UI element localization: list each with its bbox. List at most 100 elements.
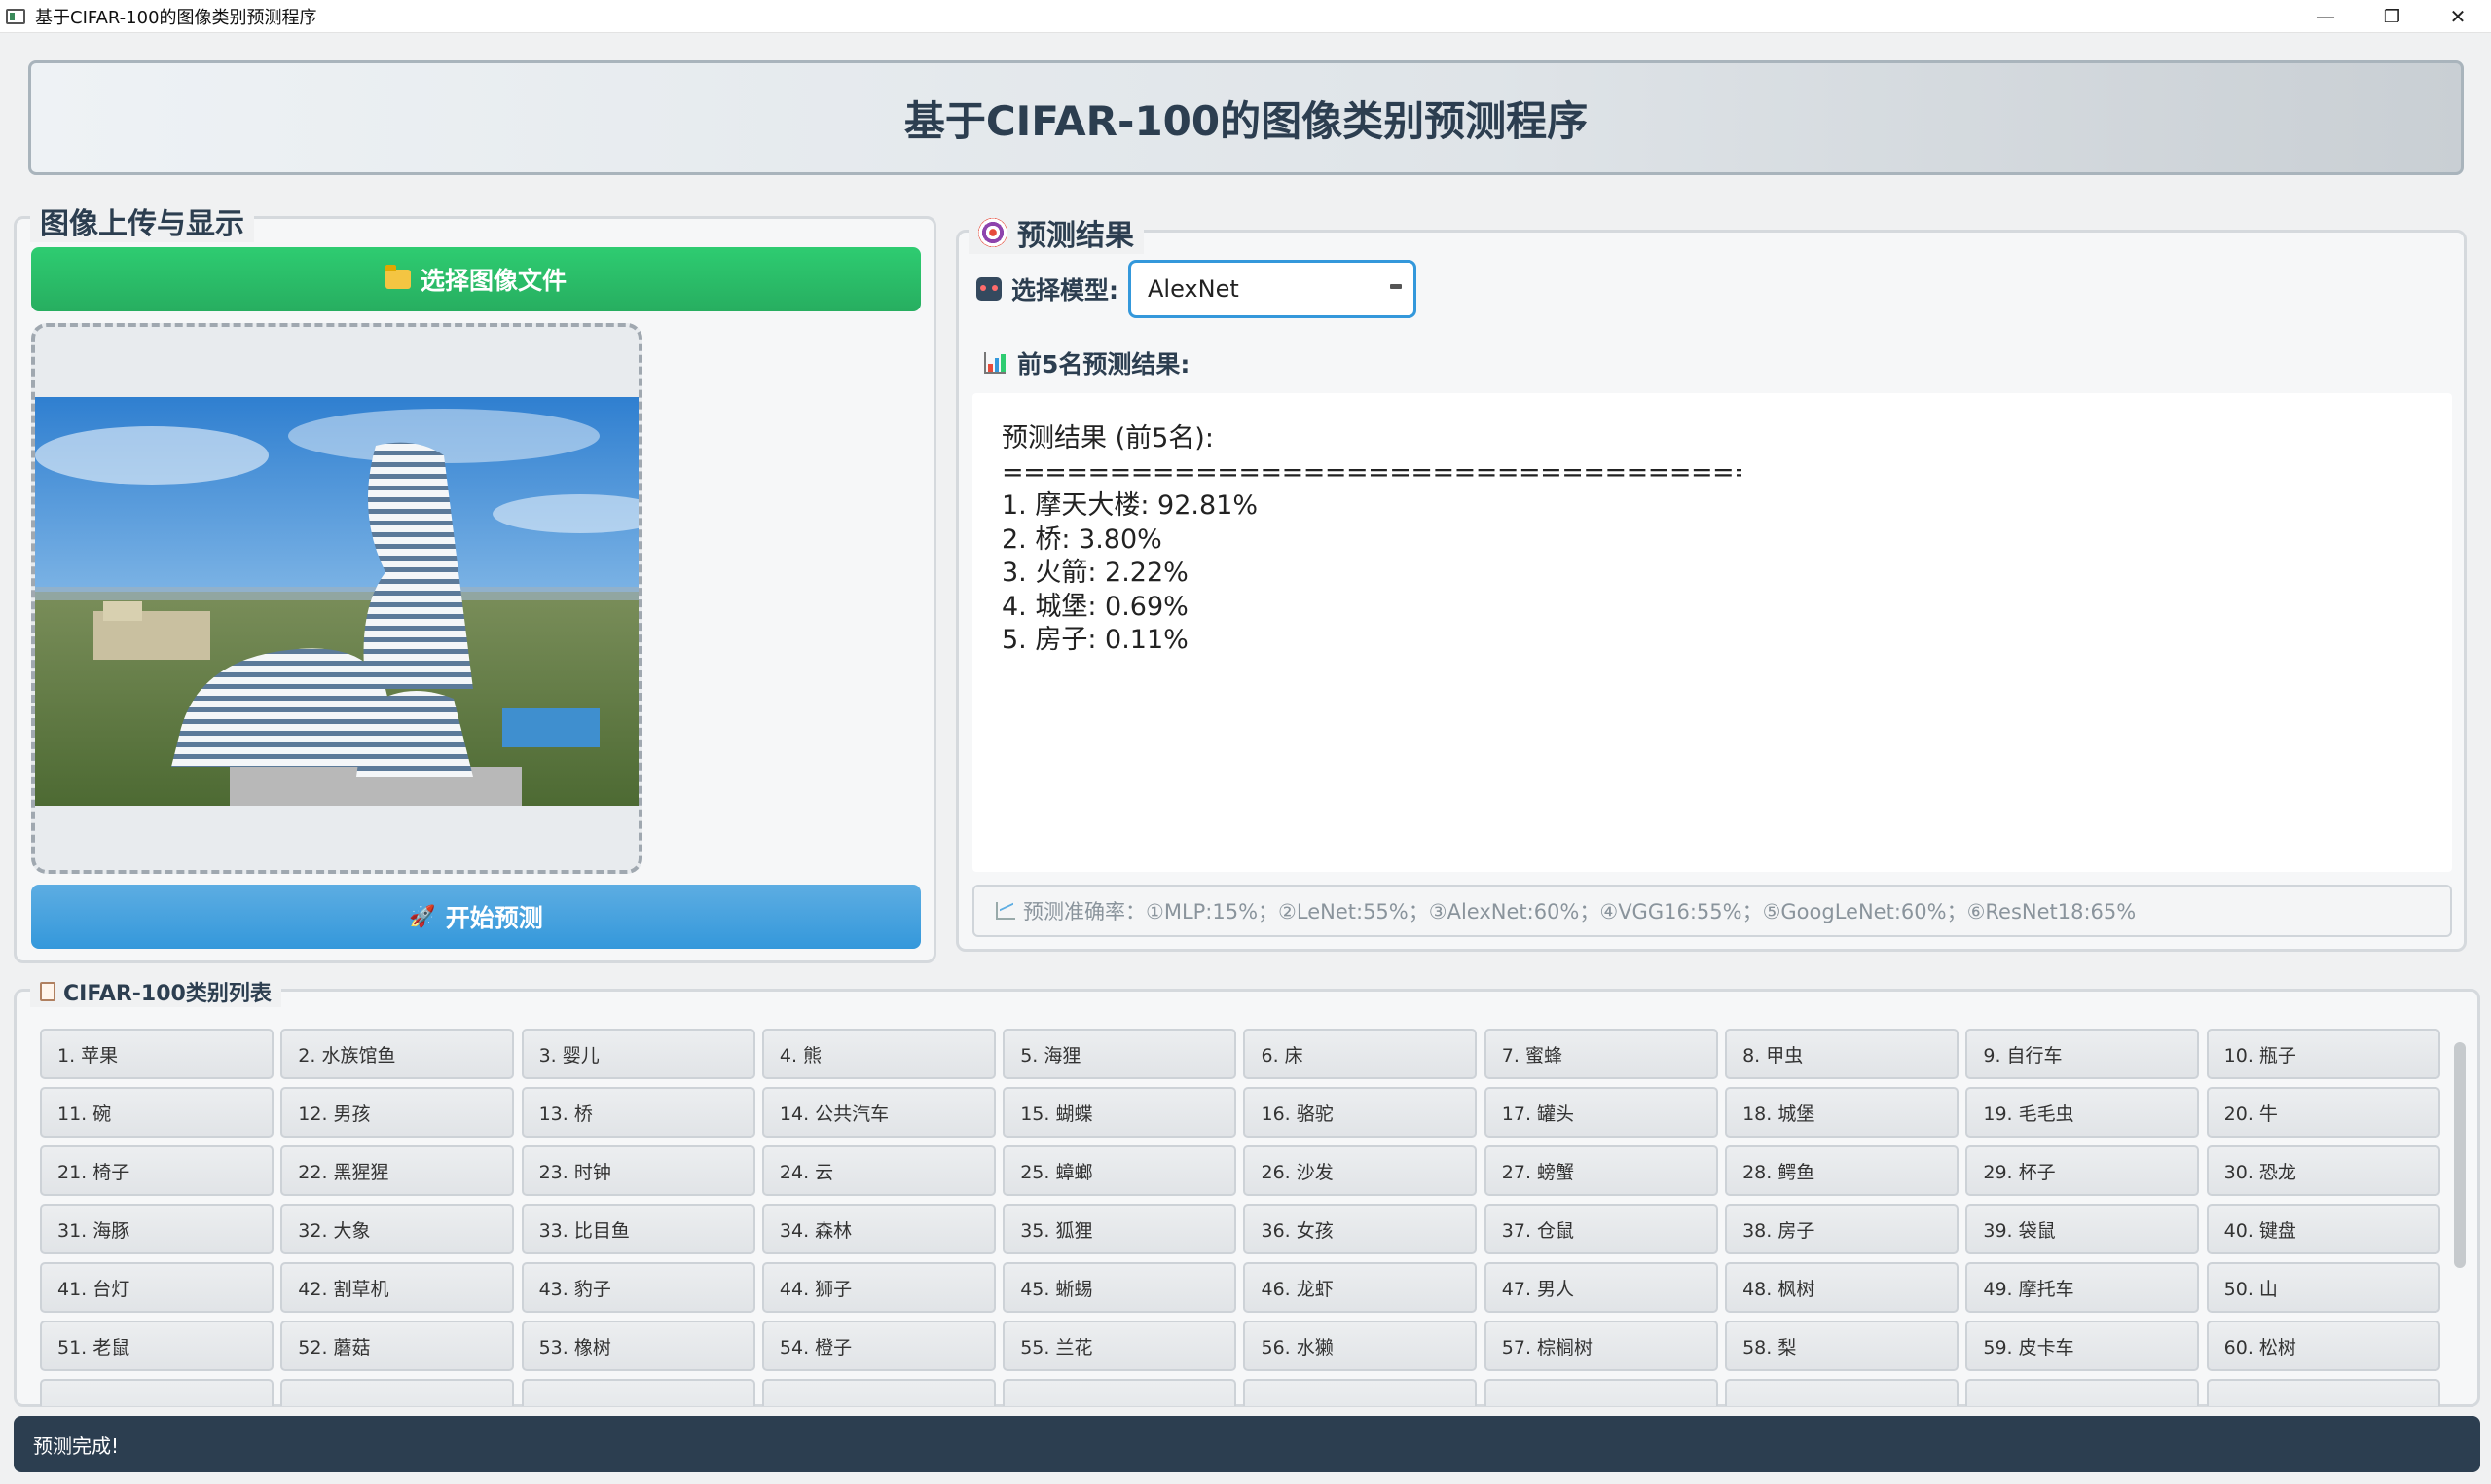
category-button[interactable]: 31. 海豚 xyxy=(40,1204,274,1254)
window-titlebar: 基于CIFAR-100的图像类别预测程序 — ❐ ✕ xyxy=(0,0,2491,33)
category-button[interactable]: 2. 水族馆鱼 xyxy=(280,1029,515,1079)
category-button[interactable]: 8. 甲虫 xyxy=(1725,1029,1960,1079)
top5-label: 前5名预测结果: xyxy=(1017,350,1191,379)
category-button[interactable]: 54. 橙子 xyxy=(761,1321,996,1371)
category-button[interactable]: 60. 松树 xyxy=(2206,1321,2440,1371)
category-button[interactable] xyxy=(521,1379,755,1406)
category-button[interactable]: 20. 牛 xyxy=(2206,1087,2440,1138)
category-button[interactable]: 49. 摩托车 xyxy=(1965,1262,2200,1313)
category-button[interactable]: 3. 婴儿 xyxy=(521,1029,755,1079)
upload-panel: 图像上传与显示 选择图像文件 🚀 开始预测 xyxy=(14,199,936,963)
window-title: 基于CIFAR-100的图像类别预测程序 xyxy=(35,7,317,28)
category-button[interactable]: 58. 梨 xyxy=(1725,1321,1960,1371)
category-button[interactable]: 15. 蝴蝶 xyxy=(1003,1087,1237,1138)
result-panel-title: 预测结果 xyxy=(1017,219,1134,253)
model-dropdown-value: AlexNet xyxy=(1148,275,1239,303)
category-panel: CIFAR-100类别列表 1. 苹果 2. 水族馆鱼 3. 婴儿 4. 熊 5. 海狸… xyxy=(14,976,2480,1407)
category-button[interactable]: 47. 男人 xyxy=(1484,1262,1718,1313)
category-button[interactable]: 42. 割草机 xyxy=(280,1262,515,1313)
category-button[interactable]: 43. 豹子 xyxy=(521,1262,755,1313)
category-button[interactable]: 23. 时钟 xyxy=(521,1145,755,1196)
rocket-icon: 🚀 xyxy=(409,904,436,929)
select-image-button[interactable]: 选择图像文件 xyxy=(31,247,921,311)
category-button[interactable]: 12. 男孩 xyxy=(280,1087,515,1138)
category-button[interactable]: 29. 杯子 xyxy=(1965,1145,2200,1196)
model-select-row: 选择模型: AlexNet xyxy=(976,260,1416,318)
result-line: 2. 桥: 3.80% xyxy=(1002,524,1162,555)
category-button[interactable]: 32. 大象 xyxy=(280,1204,515,1254)
category-button[interactable] xyxy=(1243,1379,1478,1406)
model-dropdown[interactable]: AlexNet xyxy=(1128,260,1416,318)
category-panel-header: CIFAR-100类别列表 xyxy=(30,976,281,1007)
category-button[interactable]: 55. 兰花 xyxy=(1003,1321,1237,1371)
category-button[interactable]: 52. 蘑菇 xyxy=(280,1321,515,1371)
category-button[interactable] xyxy=(1725,1379,1960,1406)
category-button[interactable]: 56. 水獭 xyxy=(1243,1321,1478,1371)
category-panel-title: CIFAR-100类别列表 xyxy=(63,982,272,1006)
minimize-button[interactable]: — xyxy=(2292,0,2359,33)
category-button[interactable]: 13. 桥 xyxy=(521,1087,755,1138)
category-button[interactable]: 40. 键盘 xyxy=(2206,1204,2440,1254)
category-button[interactable]: 53. 橡树 xyxy=(521,1321,755,1371)
category-button[interactable]: 38. 房子 xyxy=(1725,1204,1960,1254)
category-button[interactable]: 7. 蜜蜂 xyxy=(1484,1029,1718,1079)
category-button[interactable] xyxy=(761,1379,996,1406)
image-preview-frame xyxy=(31,323,642,874)
category-button[interactable]: 46. 龙虾 xyxy=(1243,1262,1478,1313)
category-scroll-area[interactable]: 1. 苹果 2. 水族馆鱼 3. 婴儿 4. 熊 5. 海狸 6. 床 7. 蜜蜂 8. 甲虫… xyxy=(30,1029,2446,1406)
category-button[interactable]: 30. 恐龙 xyxy=(2206,1145,2440,1196)
category-button[interactable]: 9. 自行车 xyxy=(1965,1029,2200,1079)
category-button[interactable] xyxy=(1965,1379,2200,1406)
category-button[interactable]: 21. 椅子 xyxy=(40,1145,274,1196)
result-panel-header: 预测结果 xyxy=(969,211,1144,254)
category-button[interactable]: 22. 黑猩猩 xyxy=(280,1145,515,1196)
category-button[interactable]: 11. 碗 xyxy=(40,1087,274,1138)
category-button[interactable]: 39. 袋鼠 xyxy=(1965,1204,2200,1254)
maximize-button[interactable]: ❐ xyxy=(2359,0,2425,33)
category-button[interactable]: 19. 毛毛虫 xyxy=(1965,1087,2200,1138)
category-button[interactable] xyxy=(280,1379,515,1406)
category-button[interactable]: 59. 皮卡车 xyxy=(1965,1321,2200,1371)
category-button[interactable]: 57. 棕榈树 xyxy=(1484,1321,1718,1371)
close-button[interactable]: ✕ xyxy=(2425,0,2491,33)
category-button[interactable]: 1. 苹果 xyxy=(40,1029,274,1079)
category-button[interactable]: 14. 公共汽车 xyxy=(761,1087,996,1138)
category-button[interactable]: 35. 狐狸 xyxy=(1003,1204,1237,1254)
category-scrollbar[interactable] xyxy=(2452,1027,2468,1406)
category-button[interactable]: 5. 海狸 xyxy=(1003,1029,1237,1079)
result-panel: 预测结果 选择模型: AlexNet 前5名预测结果: 预测结果 (前5名): … xyxy=(956,211,2467,952)
category-button[interactable] xyxy=(40,1379,274,1406)
category-button[interactable] xyxy=(1484,1379,1718,1406)
category-button[interactable] xyxy=(1003,1379,1237,1406)
category-button[interactable] xyxy=(2206,1379,2440,1406)
category-button[interactable]: 51. 老鼠 xyxy=(40,1321,274,1371)
category-button[interactable]: 4. 熊 xyxy=(761,1029,996,1079)
category-button[interactable]: 41. 台灯 xyxy=(40,1262,274,1313)
category-button[interactable]: 6. 床 xyxy=(1243,1029,1478,1079)
category-button[interactable]: 36. 女孩 xyxy=(1243,1204,1478,1254)
category-button[interactable]: 45. 蜥蜴 xyxy=(1003,1262,1237,1313)
category-button[interactable]: 24. 云 xyxy=(761,1145,996,1196)
category-button[interactable]: 37. 仓鼠 xyxy=(1484,1204,1718,1254)
clipboard-icon xyxy=(40,982,55,1001)
scrollbar-thumb[interactable] xyxy=(2454,1042,2466,1268)
category-button[interactable]: 17. 罐头 xyxy=(1484,1087,1718,1138)
category-button[interactable]: 27. 螃蟹 xyxy=(1484,1145,1718,1196)
results-text-area[interactable]: 预测结果 (前5名): ============================… xyxy=(972,393,2452,872)
category-button[interactable]: 44. 狮子 xyxy=(761,1262,996,1313)
category-button[interactable]: 16. 骆驼 xyxy=(1243,1087,1478,1138)
dropdown-arrow-icon[interactable] xyxy=(1390,284,1402,289)
category-button[interactable]: 18. 城堡 xyxy=(1725,1087,1960,1138)
category-button[interactable]: 34. 森林 xyxy=(761,1204,996,1254)
select-image-label: 选择图像文件 xyxy=(420,267,567,295)
category-button[interactable]: 26. 沙发 xyxy=(1243,1145,1478,1196)
line-chart-icon xyxy=(996,902,1015,920)
category-button[interactable]: 10. 瓶子 xyxy=(2206,1029,2440,1079)
category-button[interactable]: 50. 山 xyxy=(2206,1262,2440,1313)
start-predict-button[interactable]: 🚀 开始预测 xyxy=(31,885,921,949)
bar-chart-icon xyxy=(984,352,1007,374)
category-button[interactable]: 25. 蟑螂 xyxy=(1003,1145,1237,1196)
category-button[interactable]: 33. 比目鱼 xyxy=(521,1204,755,1254)
category-button[interactable]: 28. 鳄鱼 xyxy=(1725,1145,1960,1196)
category-button[interactable]: 48. 枫树 xyxy=(1725,1262,1960,1313)
